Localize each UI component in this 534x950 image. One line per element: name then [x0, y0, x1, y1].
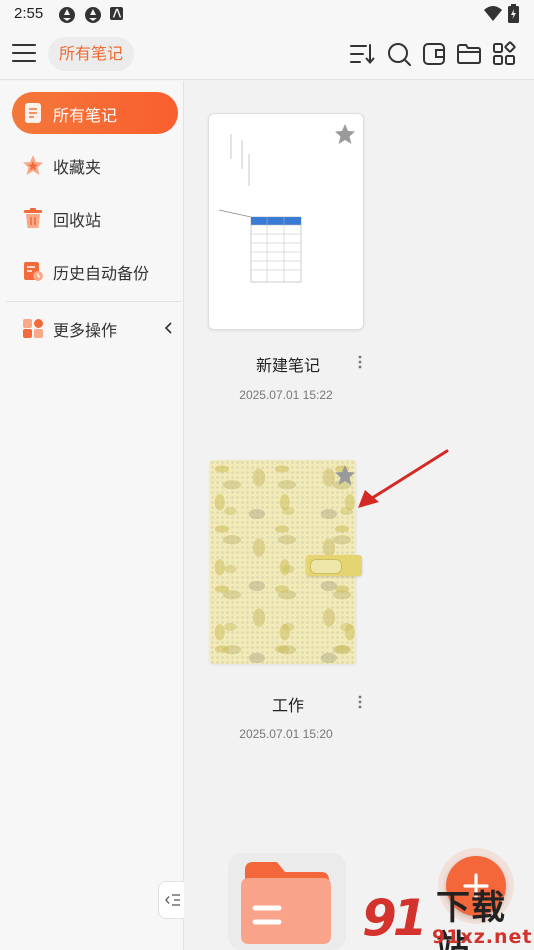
backup-icon: [24, 262, 43, 281]
sort-icon[interactable]: [349, 41, 375, 67]
status-time: 2:55: [14, 5, 44, 22]
folder-icon[interactable]: [456, 41, 482, 67]
sidebar-item-more-actions[interactable]: 更多操作: [12, 307, 178, 349]
page-title[interactable]: 所有笔记: [48, 37, 135, 71]
battery-icon: [508, 4, 519, 23]
watermark-url: 91xz.net: [432, 926, 533, 948]
more-vertical-icon[interactable]: [355, 694, 365, 710]
note-card[interactable]: [208, 113, 364, 330]
trash-icon: [24, 208, 42, 228]
search-icon[interactable]: [386, 41, 412, 67]
menu-icon[interactable]: [12, 41, 36, 65]
sidebar-divider: [6, 301, 182, 302]
notes-icon: [25, 103, 41, 123]
note-preview-thumbnail: [218, 134, 302, 283]
chevron-left-icon[interactable]: [162, 321, 176, 335]
sidebar-item-label: 回收站: [53, 211, 102, 230]
sidebar-item-label: 更多操作: [53, 321, 118, 340]
note-date: 2025.07.01 15:22: [239, 388, 333, 402]
sidebar-item-all-notes[interactable]: 所有笔记: [12, 92, 178, 134]
note-title[interactable]: 新建笔记: [208, 352, 368, 376]
favorite-star-icon[interactable]: [334, 123, 356, 145]
collapse-icon: [165, 894, 180, 906]
font-a-icon: [110, 7, 123, 20]
annotation-arrow-icon: [358, 449, 449, 508]
wifi-icon: [484, 6, 502, 21]
aperture-icon: [59, 7, 75, 23]
grid-add-icon[interactable]: [492, 41, 518, 67]
note-title[interactable]: 工作: [208, 692, 368, 716]
aperture-icon: [85, 7, 101, 23]
apps-icon: [23, 319, 43, 338]
sidebar-item-label: 收藏夹: [53, 158, 102, 177]
sidebar-item-label: 历史自动备份: [53, 264, 150, 283]
sidebar-item-recycle-bin[interactable]: 回收站: [12, 197, 178, 239]
favorite-star-icon[interactable]: [334, 464, 356, 486]
more-vertical-icon[interactable]: [355, 354, 365, 370]
folder-icon[interactable]: [241, 862, 331, 944]
star-icon: [23, 155, 43, 175]
watermark-mark: 91: [362, 889, 428, 947]
top-app-bar: 所有笔记: [0, 28, 534, 80]
watermark-logo: 91 下载站 91xz.net: [362, 888, 534, 950]
sidebar-item-label: 所有笔记: [53, 106, 118, 125]
note-date: 2025.07.01 15:20: [239, 727, 333, 741]
wallet-icon[interactable]: [421, 41, 447, 67]
sidebar-item-favorites[interactable]: 收藏夹: [12, 144, 178, 186]
sidebar-item-auto-backup[interactable]: 历史自动备份: [12, 250, 178, 292]
sidebar: 所有笔记 收藏夹 回收站 历史自动备份 更多操作: [0, 81, 184, 950]
status-bar: 2:55: [0, 0, 534, 28]
notebook-clasp: [306, 555, 362, 576]
collapse-sidebar-button[interactable]: [158, 881, 184, 919]
